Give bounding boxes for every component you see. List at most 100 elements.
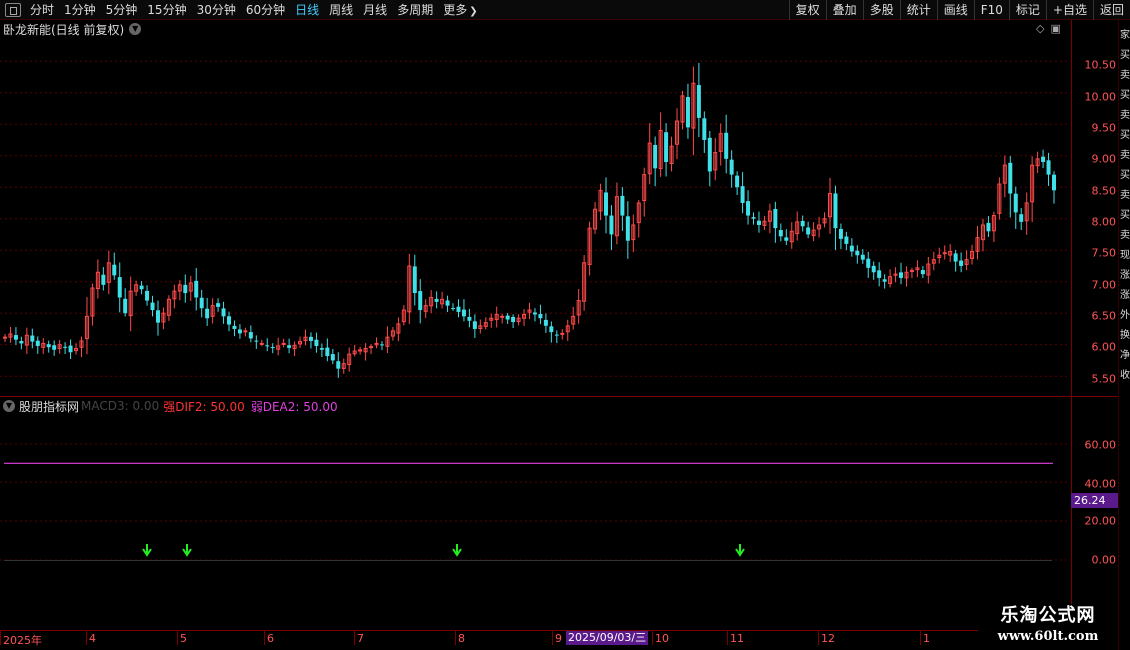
indicator-macd-ghost: MACD3: 0.00 [81, 399, 160, 413]
side-glyph: 买 [1120, 170, 1130, 181]
candle-body-down [155, 310, 160, 323]
draw-line-button[interactable]: 画线 [936, 0, 974, 20]
candle-body-down [724, 132, 729, 159]
chart-corner-icons: ◇ ▣ [1036, 22, 1061, 35]
candle-body-down [265, 345, 270, 347]
price-tick: 8.00 [1091, 215, 1117, 229]
period-daily[interactable]: 日线 [290, 1, 324, 18]
date-label: 12 [821, 632, 835, 645]
indicator-name[interactable]: 股朋指标网 [19, 398, 79, 415]
adjust-button[interactable]: 复权 [788, 0, 826, 20]
candle-body-up [369, 346, 374, 349]
candle-body-down [330, 354, 335, 361]
price-tick: 10.50 [1084, 58, 1117, 72]
period-weekly[interactable]: 周线 [324, 1, 358, 18]
candle-body-down [554, 334, 559, 336]
indicator-tick: 20.00 [1084, 514, 1117, 528]
candle-body-down [838, 228, 843, 239]
candle-body-down [412, 266, 417, 294]
mark-button[interactable]: 标记 [1008, 0, 1046, 20]
candle-body-down [756, 220, 761, 225]
date-label: 4 [89, 632, 96, 645]
window-icon[interactable] [5, 2, 21, 17]
candle-body-down [112, 264, 117, 276]
period-5min[interactable]: 5分钟 [101, 1, 143, 18]
period-30min[interactable]: 30分钟 [192, 1, 241, 18]
candle-body-down [336, 361, 341, 369]
date-label: 10 [655, 632, 669, 645]
candle-body-down [19, 340, 24, 344]
candle-body-down [52, 345, 57, 350]
candle-body-down [139, 285, 144, 290]
price-tick: 6.50 [1091, 309, 1117, 323]
candle-body-down [237, 329, 242, 334]
indicator-current-value: 26.24 [1071, 493, 1118, 508]
side-glyph: 收 [1120, 370, 1130, 381]
candle-body-down [505, 315, 510, 320]
candle-body-down [707, 137, 712, 172]
candle-body-down [68, 345, 73, 353]
date-tick [0, 631, 1, 645]
candle-body-down [199, 297, 204, 309]
side-glyph: 涨 [1120, 290, 1130, 301]
side-glyph: 涨 [1120, 270, 1130, 281]
stats-button[interactable]: 统计 [899, 0, 937, 20]
candle-body-down [735, 175, 740, 188]
candle-body-down [953, 253, 958, 262]
toolbar: 分时 1分钟 5分钟 15分钟 30分钟 60分钟 日线 周线 月线 多周期 更… [0, 0, 1130, 20]
candle-body-down [145, 290, 150, 301]
back-button[interactable]: 返回 [1092, 0, 1130, 20]
candle-body-down [1046, 160, 1051, 175]
candle-body-down [549, 326, 554, 333]
candle-body-down [751, 217, 756, 219]
chevron-down-icon[interactable]: ▼ [129, 23, 142, 35]
app-window: 分时 1分钟 5分钟 15分钟 30分钟 60分钟 日线 周线 月线 多周期 更… [0, 0, 1130, 650]
candle-body-down [986, 222, 991, 232]
date-tick [455, 631, 456, 645]
f10-button[interactable]: F10 [973, 0, 1009, 20]
date-tick [920, 631, 921, 645]
action-bar: 复权 叠加 多股 统计 画线 F10 标记 +自选 返回 [788, 0, 1130, 20]
diamond-icon[interactable]: ◇ [1036, 22, 1044, 35]
candle-body-down [287, 345, 292, 348]
chevron-down-icon[interactable]: ▼ [3, 400, 15, 412]
add-watchlist-button[interactable]: +自选 [1045, 0, 1093, 20]
candle-body-down [773, 208, 778, 229]
overlay-button[interactable]: 叠加 [825, 0, 863, 20]
period-monthly[interactable]: 月线 [358, 1, 392, 18]
candle-body-down [227, 316, 232, 325]
candle-body-down [63, 346, 68, 348]
candle-body-down [232, 325, 237, 329]
price-tick: 8.50 [1091, 184, 1117, 197]
period-1min[interactable]: 1分钟 [59, 1, 101, 18]
period-multi[interactable]: 多周期 [392, 1, 438, 18]
candle-body-down [205, 308, 210, 319]
date-axis: 2025年 4 5 6 7 8 9 10 11 12 1 [0, 630, 1118, 647]
candle-body-down [183, 284, 188, 294]
candle-body-down [319, 348, 324, 350]
indicator-axis: 60.00 40.00 20.00 0.00 [1071, 397, 1118, 630]
period-more[interactable]: 更多 ❯ [438, 1, 482, 18]
indicator-header: ▼ 股朋指标网 MACD3: 0.00 强DIF2: 50.00 弱DEA2: … [3, 398, 338, 414]
candle-body-down [379, 344, 384, 346]
indicator-tick: 0.00 [1091, 553, 1117, 567]
candle-body-down [325, 347, 330, 357]
panel-toggle-icon[interactable]: ▣ [1050, 22, 1060, 35]
candle-body-down [899, 272, 904, 278]
candle-body-down [117, 277, 122, 298]
candle-body-down [866, 258, 871, 268]
period-60min[interactable]: 60分钟 [241, 1, 290, 18]
chart-canvas[interactable] [0, 20, 1071, 630]
candle-body-down [877, 270, 882, 278]
period-15min[interactable]: 15分钟 [142, 1, 191, 18]
side-glyph: 净 [1120, 350, 1130, 361]
candle-body-down [308, 336, 313, 341]
candle-body-down [603, 192, 608, 216]
date-tick [652, 631, 653, 645]
period-intraday[interactable]: 分时 [25, 1, 59, 18]
candle-body-down [532, 312, 537, 315]
candle-body-down [778, 230, 783, 237]
multi-stock-button[interactable]: 多股 [862, 0, 900, 20]
candle-body-down [456, 306, 461, 312]
date-label: 9 [555, 632, 562, 645]
